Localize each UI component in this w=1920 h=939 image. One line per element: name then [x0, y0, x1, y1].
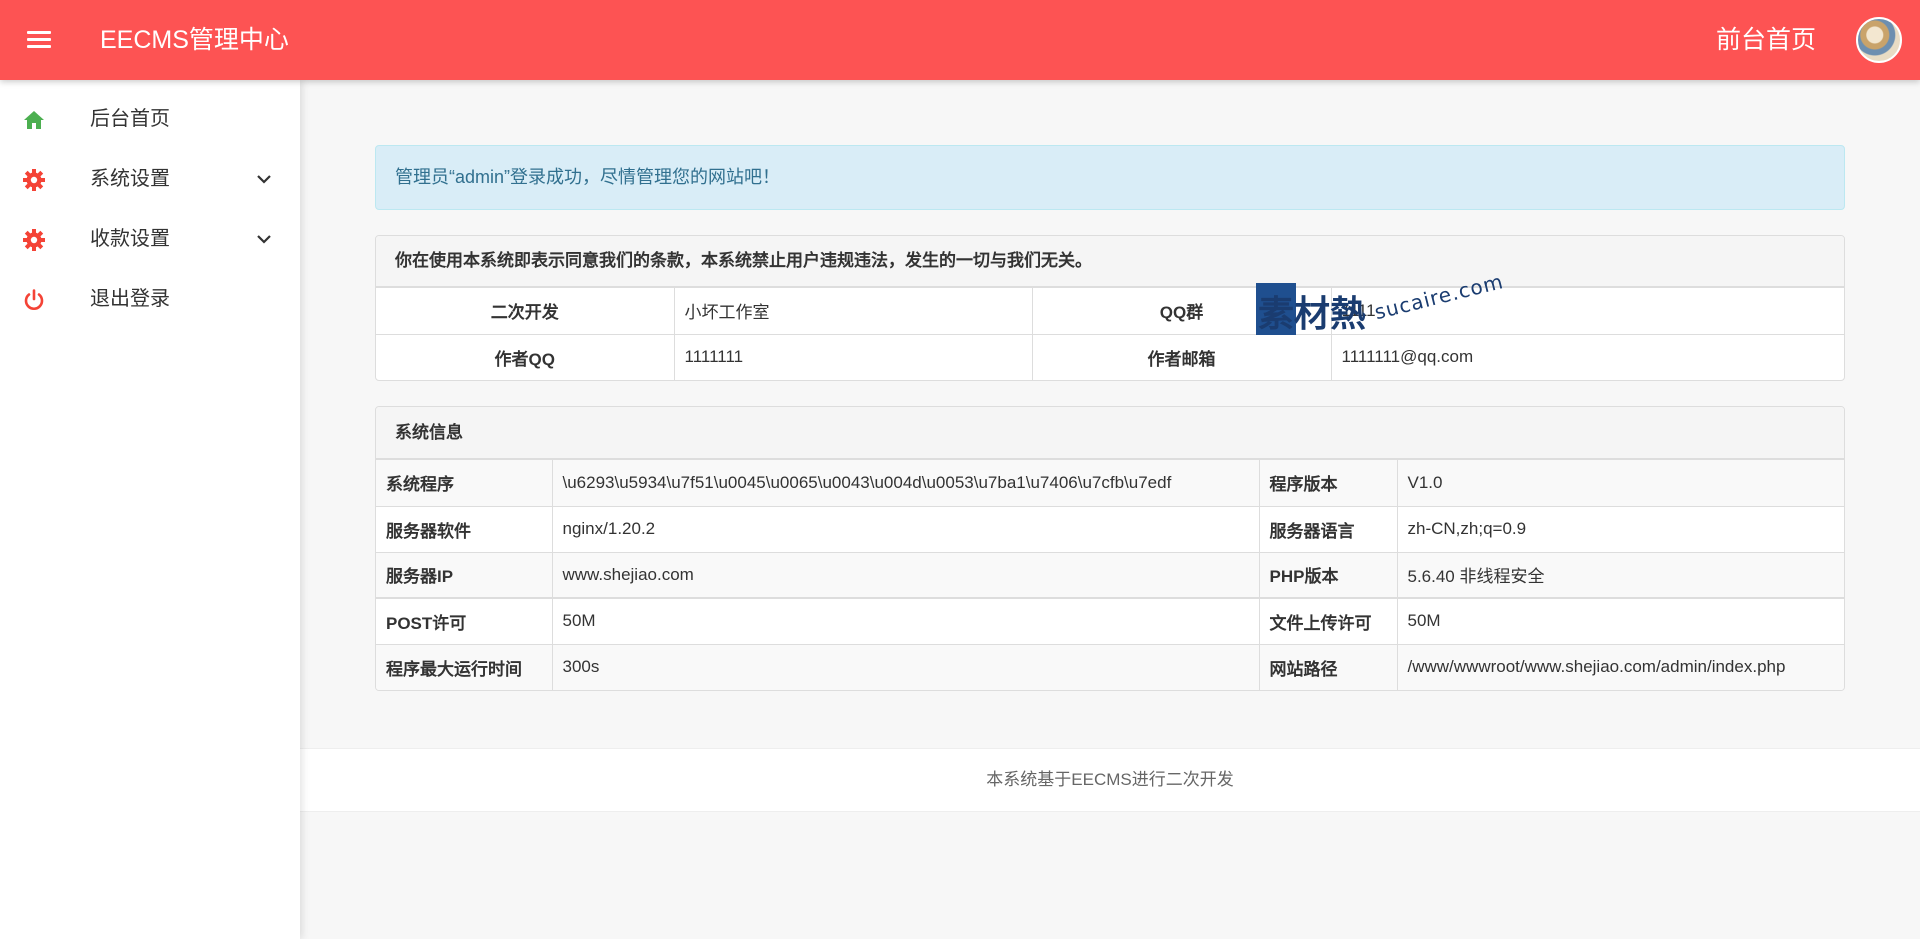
chevron-down-icon: [257, 235, 271, 244]
cell-value: 5.6.40 非线程安全: [1396, 551, 1844, 598]
cell-key: 服务器软件: [376, 505, 552, 552]
cell-key: 作者QQ: [376, 333, 674, 380]
cell-value: 300s: [551, 643, 1259, 690]
system-info-title: 系统信息: [376, 407, 1844, 460]
cell-key: 系统程序: [376, 460, 552, 506]
cell-key: PHP版本: [1258, 551, 1397, 598]
table-row: 系统程序 \u6293\u5934\u7f51\u0045\u0065\u004…: [376, 460, 1844, 506]
cell-key: 服务器语言: [1258, 505, 1397, 552]
cell-key: 程序最大运行时间: [376, 643, 552, 690]
login-success-alert: 管理员“admin”登录成功，尽情管理您的网站吧！: [375, 145, 1845, 210]
table-row: 服务器IP www.shejiao.com PHP版本 5.6.40 非线程安全: [376, 551, 1844, 598]
cell-value: 50M: [551, 597, 1259, 644]
sidebar-item-label: 退出登录: [90, 288, 170, 310]
cell-key: 程序版本: [1258, 460, 1397, 506]
watermark-text: 素材熱: [1258, 294, 1367, 335]
table-row: 二次开发 小坏工作室 QQ群 1111: [376, 288, 1844, 334]
top-header: EECMS管理中心 前台首页: [0, 0, 1920, 80]
cell-value: nginx/1.20.2: [551, 505, 1259, 552]
watermark-logo: 素材熱 sucaire.com: [1256, 269, 1506, 343]
gear-icon: [23, 229, 45, 251]
home-icon: [24, 111, 44, 129]
cell-value: zh-CN,zh;q=0.9: [1396, 505, 1844, 552]
table-row: 服务器软件 nginx/1.20.2 服务器语言 zh-CN,zh;q=0.9: [376, 505, 1844, 552]
sidebar-item-dashboard[interactable]: 后台首页: [0, 89, 300, 149]
system-info-panel: 系统信息 系统程序 \u6293\u5934\u7f51\u0045\u0065…: [375, 406, 1845, 691]
cell-value: /www/wwwroot/www.shejiao.com/admin/index…: [1396, 643, 1844, 690]
terms-panel: 你在使用本系统即表示同意我们的条款，本系统禁止用户违规违法，发生的一切与我们无关…: [375, 235, 1845, 381]
cell-key: 二次开发: [490, 303, 559, 323]
table-row: 程序最大运行时间 300s 网站路径 /www/wwwroot/www.shej…: [376, 643, 1844, 690]
cell-value: V1.0: [1396, 460, 1844, 506]
sidebar: 后台首页 系统设置 收款设置 退出登录: [0, 80, 300, 939]
sidebar-item-label: 系统设置: [90, 168, 170, 190]
system-info-table: 系统程序 \u6293\u5934\u7f51\u0045\u0065\u004…: [376, 460, 1844, 690]
sidebar-item-label: 后台首页: [90, 108, 170, 130]
sidebar-item-payment-settings[interactable]: 收款设置: [0, 209, 300, 269]
sidebar-item-system-settings[interactable]: 系统设置: [0, 149, 300, 209]
app-title[interactable]: EECMS管理中心: [100, 0, 289, 80]
front-home-link[interactable]: 前台首页: [1716, 0, 1816, 80]
menu-icon[interactable]: [24, 28, 54, 52]
cell-value: 1111111: [673, 333, 1032, 380]
cell-value: 小坏工作室: [673, 288, 1032, 334]
sidebar-item-label: 收款设置: [90, 228, 170, 250]
cell-key: POST许可: [376, 597, 552, 644]
avatar[interactable]: [1856, 17, 1902, 63]
sidebar-item-logout[interactable]: 退出登录: [0, 269, 300, 329]
gear-icon: [23, 169, 45, 191]
main-content: 管理员“admin”登录成功，尽情管理您的网站吧！ 你在使用本系统即表示同意我们…: [300, 80, 1920, 939]
cell-key: 网站路径: [1258, 643, 1397, 690]
cell-key: 文件上传许可: [1258, 597, 1397, 644]
cell-value: 50M: [1396, 597, 1844, 644]
author-info-table: 二次开发 小坏工作室 QQ群 1111 作者QQ 1111111 作者邮箱 11…: [376, 288, 1844, 380]
table-row: POST许可 50M 文件上传许可 50M: [376, 597, 1844, 644]
cell-value: www.shejiao.com: [551, 551, 1259, 598]
cell-value: \u6293\u5934\u7f51\u0045\u0065\u0043\u00…: [551, 460, 1259, 506]
power-icon: [24, 289, 44, 310]
table-row: 作者QQ 1111111 作者邮箱 1111111@qq.com: [376, 333, 1844, 380]
cell-key: 服务器IP: [376, 551, 552, 598]
terms-title: 你在使用本系统即表示同意我们的条款，本系统禁止用户违规违法，发生的一切与我们无关…: [376, 236, 1844, 288]
page-footer: 本系统基于EECMS进行二次开发: [300, 748, 1920, 812]
chevron-down-icon: [257, 175, 271, 184]
